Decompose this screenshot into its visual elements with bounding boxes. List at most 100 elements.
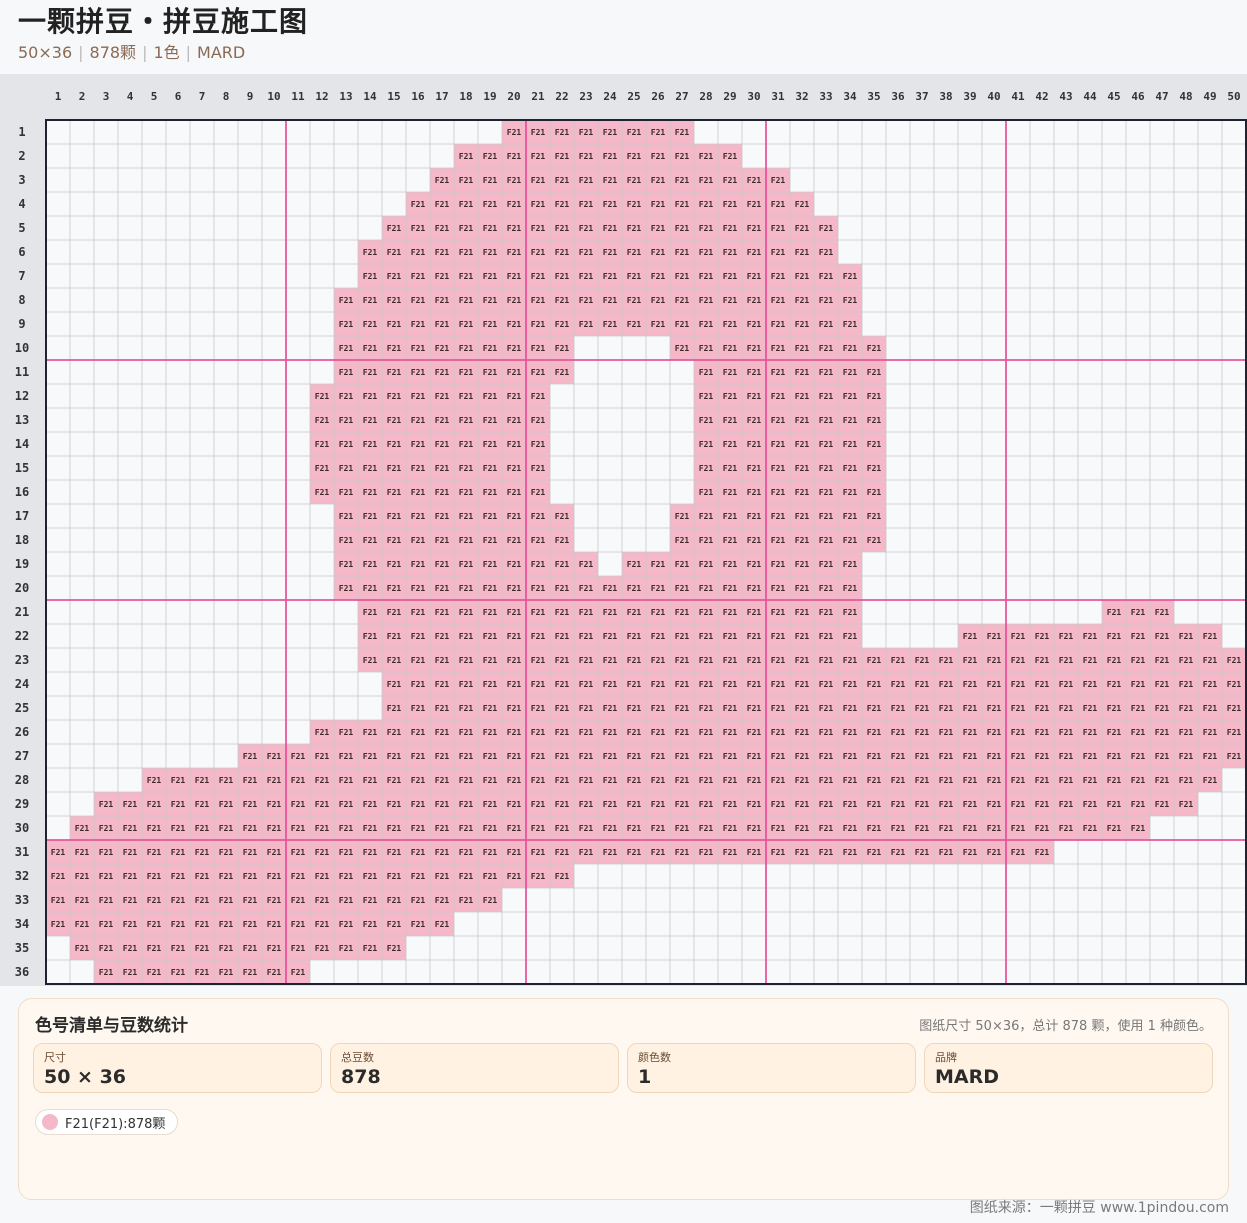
- bead-code: F21: [531, 848, 546, 857]
- column-label: 14: [363, 90, 377, 103]
- bead-code: F21: [459, 704, 474, 713]
- bead-code: F21: [507, 152, 522, 161]
- bead-code: F21: [411, 848, 426, 857]
- column-label: 31: [771, 90, 785, 103]
- column-label: 49: [1203, 90, 1216, 103]
- bead-code: F21: [771, 248, 786, 257]
- bead-code: F21: [531, 128, 546, 137]
- bead-code: F21: [1011, 848, 1026, 857]
- bead-code: F21: [771, 584, 786, 593]
- bead-code: F21: [819, 488, 834, 497]
- column-label: 8: [223, 90, 230, 103]
- bead-code: F21: [675, 152, 690, 161]
- bead-code: F21: [1179, 776, 1194, 785]
- bead-code: F21: [1059, 656, 1074, 665]
- bead-code: F21: [507, 656, 522, 665]
- bead-code: F21: [555, 152, 570, 161]
- bead-code: F21: [723, 296, 738, 305]
- bead-code: F21: [363, 560, 378, 569]
- bead-code: F21: [771, 488, 786, 497]
- bead-code: F21: [363, 488, 378, 497]
- bead-code: F21: [507, 632, 522, 641]
- row-label: 11: [15, 365, 29, 379]
- bead-code: F21: [915, 680, 930, 689]
- bead-code: F21: [147, 872, 162, 881]
- bead-code: F21: [315, 728, 330, 737]
- bead-code: F21: [627, 800, 642, 809]
- bead-code: F21: [819, 440, 834, 449]
- bead-code: F21: [819, 512, 834, 521]
- bead-code: F21: [699, 560, 714, 569]
- bead-code: F21: [699, 608, 714, 617]
- bead-code: F21: [435, 728, 450, 737]
- bead-code: F21: [771, 536, 786, 545]
- bead-code: F21: [459, 728, 474, 737]
- bead-code: F21: [1083, 680, 1098, 689]
- bead-code: F21: [1131, 824, 1146, 833]
- bead-code: F21: [507, 176, 522, 185]
- row-label: 6: [18, 245, 25, 259]
- bead-code: F21: [795, 368, 810, 377]
- bead-code: F21: [387, 680, 402, 689]
- bead-code: F21: [531, 416, 546, 425]
- bead-code: F21: [363, 464, 378, 473]
- row-label: 21: [15, 605, 29, 619]
- bead-code: F21: [771, 608, 786, 617]
- bead-code: F21: [843, 776, 858, 785]
- page-title: 一颗拼豆・拼豆施工图: [18, 5, 309, 38]
- bead-code: F21: [699, 296, 714, 305]
- bead-code: F21: [459, 152, 474, 161]
- bead-code: F21: [723, 488, 738, 497]
- bead-code: F21: [843, 512, 858, 521]
- bead-code: F21: [315, 392, 330, 401]
- bead-code: F21: [1035, 776, 1050, 785]
- bead-code: F21: [387, 296, 402, 305]
- bead-code: F21: [147, 824, 162, 833]
- bead-code: F21: [435, 464, 450, 473]
- bead-code: F21: [747, 176, 762, 185]
- bead-code: F21: [699, 536, 714, 545]
- bead-code: F21: [219, 968, 234, 977]
- stat-value: 50 × 36: [44, 1066, 127, 1088]
- bead-code: F21: [459, 752, 474, 761]
- bead-code: F21: [819, 224, 834, 233]
- bead-code: F21: [723, 704, 738, 713]
- stat-card-brand: 品牌 MARD: [924, 1043, 1213, 1093]
- bead-code: F21: [459, 584, 474, 593]
- bead-code: F21: [507, 512, 522, 521]
- bead-code: F21: [555, 680, 570, 689]
- bead-code: F21: [603, 224, 618, 233]
- bead-code: F21: [411, 440, 426, 449]
- bead-code: F21: [459, 272, 474, 281]
- bead-code: F21: [531, 656, 546, 665]
- bead-code: F21: [243, 944, 258, 953]
- bead-code: F21: [483, 176, 498, 185]
- bead-code: F21: [843, 368, 858, 377]
- bead-code: F21: [435, 824, 450, 833]
- bead-code: F21: [723, 584, 738, 593]
- bead-code: F21: [1011, 824, 1026, 833]
- bead-code: F21: [603, 296, 618, 305]
- bead-code: F21: [1011, 656, 1026, 665]
- column-label: 27: [675, 90, 688, 103]
- column-label: 37: [915, 90, 928, 103]
- bead-code: F21: [1083, 800, 1098, 809]
- bead-code: F21: [339, 440, 354, 449]
- bead-code: F21: [1035, 656, 1050, 665]
- bead-code: F21: [459, 224, 474, 233]
- bead-code: F21: [651, 704, 666, 713]
- bead-code: F21: [819, 368, 834, 377]
- bead-code: F21: [675, 848, 690, 857]
- color-legend-item[interactable]: F21(F21):878颗: [35, 1109, 179, 1135]
- bead-code: F21: [651, 152, 666, 161]
- bead-code: F21: [651, 272, 666, 281]
- bead-code: F21: [987, 728, 1002, 737]
- bead-code: F21: [747, 296, 762, 305]
- bead-code: F21: [243, 848, 258, 857]
- bead-code: F21: [435, 608, 450, 617]
- bead-code: F21: [387, 512, 402, 521]
- bead-code: F21: [699, 440, 714, 449]
- bead-code: F21: [555, 608, 570, 617]
- column-label: 6: [175, 90, 182, 103]
- bead-code: F21: [363, 536, 378, 545]
